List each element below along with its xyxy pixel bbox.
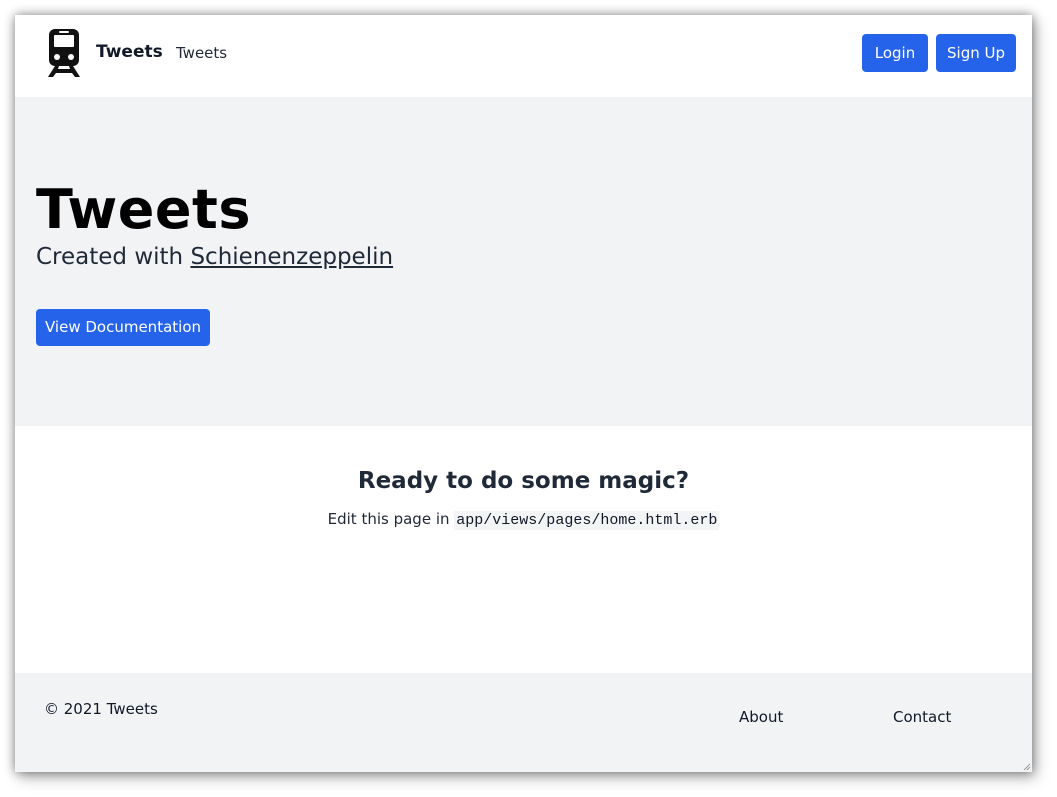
hero-section: Tweets Created with Schienenzeppelin Vie… — [15, 97, 1032, 426]
hero-subtitle-prefix: Created with — [36, 244, 184, 270]
content-text: Edit this page in app/views/pages/home.h… — [15, 510, 1032, 530]
nav-link-tweets[interactable]: Tweets — [176, 44, 227, 62]
footer-link-contact[interactable]: Contact — [893, 708, 951, 726]
hero-title: Tweets — [36, 178, 251, 241]
train-icon[interactable] — [45, 28, 83, 78]
view-documentation-button[interactable]: View Documentation — [36, 309, 210, 346]
schienenzeppelin-link[interactable]: Schienenzeppelin — [190, 244, 393, 270]
navbar: Tweets Tweets Login Sign Up — [15, 15, 1032, 97]
footer: © 2021 Tweets About Contact — [15, 673, 1032, 772]
copyright-text: © 2021 Tweets — [44, 700, 158, 718]
resize-grip-icon[interactable] — [1023, 763, 1031, 771]
login-button[interactable]: Login — [862, 34, 928, 72]
signup-button[interactable]: Sign Up — [936, 34, 1016, 72]
content-section: Ready to do some magic? Edit this page i… — [15, 426, 1032, 673]
content-title: Ready to do some magic? — [357, 468, 690, 494]
browser-viewport: Tweets Tweets Login Sign Up Tweets Creat… — [15, 15, 1032, 772]
brand-link[interactable]: Tweets — [96, 42, 163, 62]
content-text-prefix: Edit this page in — [327, 510, 450, 528]
footer-link-about[interactable]: About — [739, 708, 783, 726]
hero-subtitle: Created with Schienenzeppelin — [36, 244, 393, 270]
code-path: app/views/pages/home.html.erb — [454, 511, 720, 530]
